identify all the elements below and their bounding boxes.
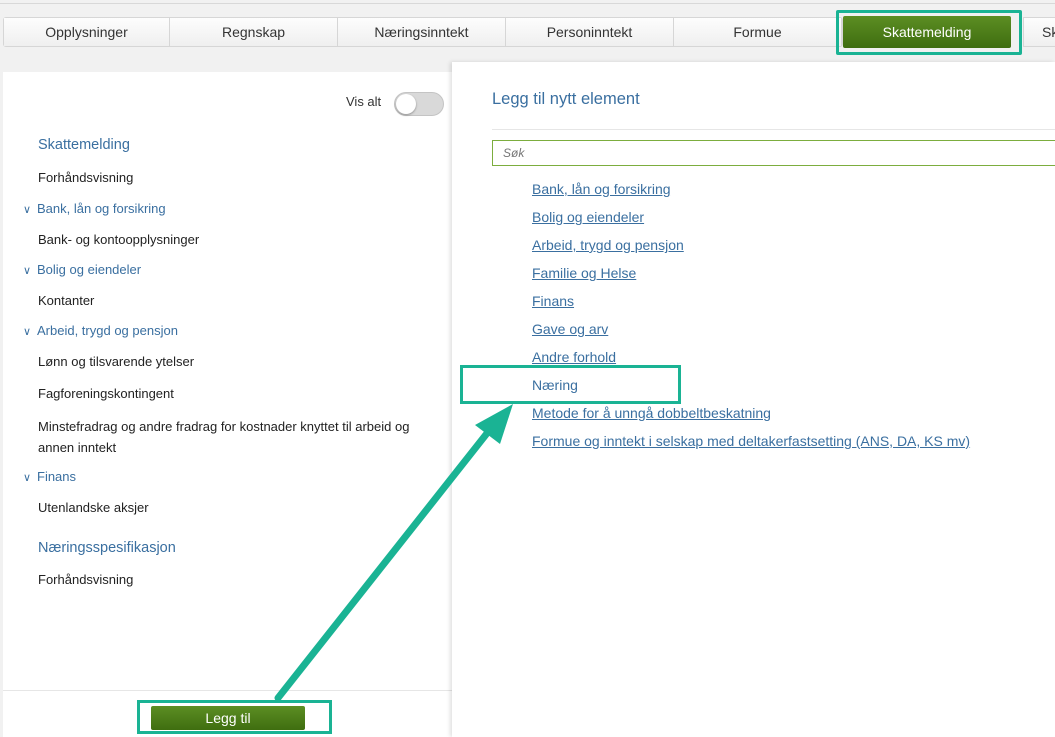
tree-section-title: Næringsspesifikasjon (38, 540, 176, 556)
tree-item[interactable]: Bank- og kontoopplysninger (38, 232, 490, 247)
tab-skattemelding[interactable]: Skattemelding (843, 16, 1011, 48)
tree-item[interactable]: Lønn og tilsvarende ytelser (38, 354, 490, 369)
vis-alt-label: Vis alt (346, 94, 382, 109)
element-link[interactable]: Bolig og eiendeler (532, 206, 970, 234)
tree-group[interactable]: ∨ Bolig og eiendeler (23, 262, 475, 277)
tree-group-label: Bolig og eiendeler (37, 262, 142, 277)
vis-alt-toggle[interactable] (394, 92, 444, 116)
search-input[interactable] (492, 140, 1055, 166)
left-panel: Vis alt Skattemelding Forhåndsvisning ∨ Ban… (3, 72, 455, 737)
element-link[interactable]: Næring (532, 374, 970, 402)
tab-list: Opplysninger Regnskap Næringsinntekt Person… (3, 17, 843, 47)
element-list: Bank, lån og forsikring Bolig og eiendele… (532, 178, 970, 458)
panel-title: Legg til nytt element (492, 90, 640, 108)
element-link[interactable]: Metode for å unngå dobbeltbeskatning (532, 402, 970, 430)
element-link[interactable]: Arbeid, trygd og pensjon (532, 234, 970, 262)
tree-group[interactable]: ∨ Arbeid, trygd og pensjon (23, 323, 475, 338)
tab-naeringsinntekt[interactable]: Næringsinntekt (338, 18, 506, 46)
element-link[interactable]: Andre forhold (532, 346, 970, 374)
element-link[interactable]: Bank, lån og forsikring (532, 178, 970, 206)
chevron-down-icon: ∨ (23, 204, 32, 216)
tab-formue[interactable]: Formue (674, 18, 842, 46)
tree-group[interactable]: ∨ Finans (23, 469, 475, 484)
tree-group-label: Finans (37, 469, 77, 484)
tab-opplysninger[interactable]: Opplysninger (4, 18, 170, 46)
panel-divider (492, 129, 1055, 130)
tree-group-label: Bank, lån og forsikring (37, 201, 166, 216)
tab-personinntekt[interactable]: Personinntekt (506, 18, 674, 46)
tree-item[interactable]: Utenlandske aksjer (38, 500, 490, 515)
top-divider (0, 3, 1055, 4)
add-element-panel: Legg til nytt element Bank, lån og forsi… (452, 62, 1055, 737)
tree-item[interactable]: Minstefradrag og andre fradrag for kostn… (38, 416, 448, 458)
element-link[interactable]: Formue og inntekt i selskap med deltaker… (532, 430, 970, 458)
chevron-down-icon: ∨ (23, 472, 32, 484)
element-link[interactable]: Finans (532, 290, 970, 318)
tree-item[interactable]: Forhåndsvisning (38, 572, 490, 587)
toggle-knob (396, 94, 416, 114)
tree-group-label: Arbeid, trygd og pensjon (37, 323, 178, 338)
element-link[interactable]: Familie og Helse (532, 262, 970, 290)
tree-group[interactable]: ∨ Bank, lån og forsikring (23, 201, 475, 216)
tab-regnskap[interactable]: Regnskap (170, 18, 338, 46)
chevron-down-icon: ∨ (23, 265, 32, 277)
element-link[interactable]: Gave og arv (532, 318, 970, 346)
legg-til-button[interactable]: Legg til (151, 706, 305, 730)
tab-bar: Opplysninger Regnskap Næringsinntekt Person… (0, 0, 1055, 60)
tree-item[interactable]: Forhåndsvisning (38, 170, 490, 185)
left-footer-divider (3, 690, 455, 691)
tree-section-title: Skattemelding (38, 137, 130, 153)
tab-partial[interactable]: Sk (1023, 17, 1055, 47)
tree-item[interactable]: Fagforeningskontingent (38, 386, 490, 401)
chevron-down-icon: ∨ (23, 326, 32, 338)
tree-item[interactable]: Kontanter (38, 293, 490, 308)
